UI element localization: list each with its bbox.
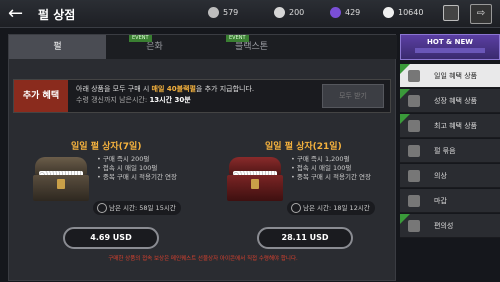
chest-icon [225, 153, 285, 203]
hot-new-button[interactable]: HOT & NEW [400, 34, 500, 60]
exit-icon[interactable]: ⇨ [470, 4, 492, 24]
costume-icon [408, 170, 420, 182]
currency-coin: 200 [274, 7, 304, 18]
pearl-bundle-icon [408, 145, 420, 157]
pack-benefits: 구매 즉시 200펄 접속 시 매일 100펄 중복 구매 시 적용기간 연장 [97, 155, 177, 182]
convenience-icon [408, 220, 420, 232]
tab-silver[interactable]: EVENT 은화 [106, 35, 203, 59]
tab-empty [300, 35, 397, 59]
category-sidebar: HOT & NEW 일일 혜택 상품 성장 혜택 상품 최고 혜택 상품 펄 묶… [400, 34, 500, 281]
bonus-text: 아래 상품을 모두 구매 시 매일 40블랙펄을 추가 지급합니다. 수령 갱신… [76, 85, 255, 104]
horse-icon [408, 195, 420, 207]
currency-black-pearl: 429 [330, 7, 360, 18]
pearl-icon [383, 7, 394, 18]
crown-icon [408, 120, 420, 132]
remaining-time: 남은 시간: 18일 12시간 [287, 201, 375, 215]
top-bar: ← 펄 상점 579 200 429 10640 ⇨ [0, 0, 500, 28]
pack-title: 일일 펄 상자(7일) [71, 142, 142, 152]
clock-icon [291, 203, 301, 213]
bonus-label: 추가 혜택 [14, 80, 68, 112]
mail-icon[interactable] [443, 5, 459, 21]
remaining-time: 남은 시간: 58일 15시간 [93, 201, 181, 215]
sidebar-item-pearl-bundle[interactable]: 펄 묶음 [400, 139, 500, 163]
claim-all-button[interactable]: 모두 받기 [322, 84, 384, 108]
chest-icon [31, 153, 91, 203]
event-badge: EVENT [129, 35, 152, 42]
sidebar-item-growth[interactable]: 성장 혜택 상품 [400, 89, 500, 113]
tab-blackstone[interactable]: EVENT 블랙스톤 [203, 35, 300, 59]
clock-icon [97, 203, 107, 213]
sidebar-item-daily[interactable]: 일일 혜택 상품 [400, 64, 500, 88]
black-pearl-icon [330, 7, 341, 18]
shop-panel: 펄 EVENT 은화 EVENT 블랙스톤 추가 혜택 아래 상품을 모두 구매 시… [8, 34, 397, 281]
sidebar-item-convenience[interactable]: 편의성 [400, 214, 500, 238]
arrow-left-icon[interactable]: ← [8, 4, 30, 24]
pack-benefits: 구매 즉시 1,200펄 접속 시 매일 100펄 중복 구매 시 적용기간 연… [291, 155, 371, 182]
event-badge: EVENT [226, 35, 249, 42]
coin-icon [274, 7, 285, 18]
sidebar-item-best[interactable]: 최고 혜택 상품 [400, 114, 500, 138]
buy-button-7day[interactable]: 4.69 USD [63, 227, 159, 249]
notice-text: 구매한 상품의 접속 보상은 메인퀘스트 선물상자 아이콘에서 직접 수령해야 … [108, 256, 298, 262]
growth-icon [408, 95, 420, 107]
gift-icon [408, 70, 420, 82]
bonus-banner: 추가 혜택 아래 상품을 모두 구매 시 매일 40블랙펄을 추가 지급합니다.… [13, 79, 391, 113]
sidebar-item-horse-armor[interactable]: 마갑 [400, 189, 500, 213]
silver-icon [208, 7, 219, 18]
page-title: 펄 상점 [38, 8, 76, 22]
tab-bar: 펄 EVENT 은화 EVENT 블랙스톤 [9, 35, 397, 59]
sidebar-item-costume[interactable]: 의상 [400, 164, 500, 188]
buy-button-21day[interactable]: 28.11 USD [257, 227, 353, 249]
currency-silver: 579 [208, 7, 238, 18]
currency-pearl: 10640 [383, 7, 423, 18]
pack-title: 일일 펄 상자(21일) [265, 142, 342, 152]
tab-pearl[interactable]: 펄 [9, 35, 106, 59]
